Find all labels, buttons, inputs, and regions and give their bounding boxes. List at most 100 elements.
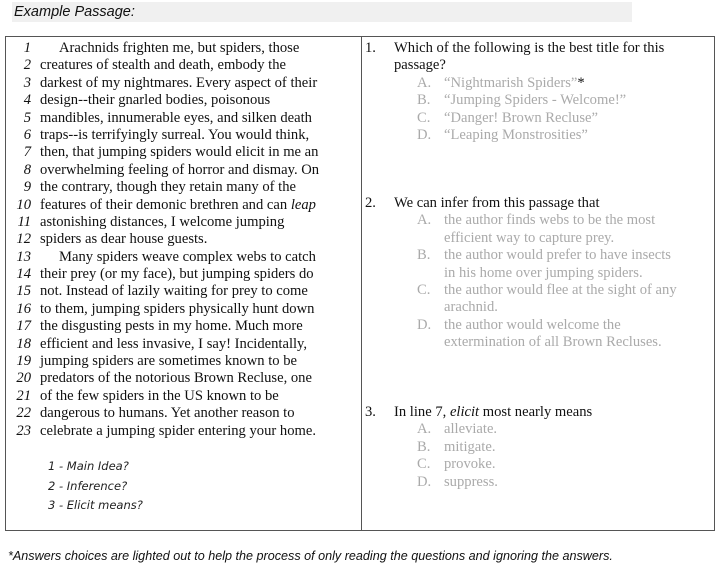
answer-text-line: extermination of all Brown Recluses. xyxy=(444,334,662,351)
answer-text: “Leaping Monstrosities” xyxy=(444,127,588,144)
line-text: design--their gnarled bodies, poisonous xyxy=(40,92,270,109)
section-header: Example Passage: xyxy=(12,2,632,22)
answer-letter: A. xyxy=(417,421,432,438)
correct-marker: * xyxy=(577,74,585,91)
question-2: 2. We can infer from this passage that A. t… xyxy=(365,195,705,352)
line-text: jumping spiders are sometimes known to b… xyxy=(40,353,297,370)
question-post: most nearly means xyxy=(479,404,593,420)
answer-text: the author would prefer to have insects i… xyxy=(444,247,671,282)
answer-choice[interactable]: D. “Leaping Monstrosities” xyxy=(365,127,705,144)
passage-line: 16 to them, jumping spiders physically hu… xyxy=(6,301,361,318)
note-item: 3 - Elicit means? xyxy=(48,498,143,512)
answer-text-line: “Leaping Monstrosities” xyxy=(444,127,588,144)
answer-letter: C. xyxy=(417,282,431,299)
passage-line: 21 of the few spiders in the US known to … xyxy=(6,388,361,405)
passage-line: 22 dangerous to humans. Yet another reaso… xyxy=(6,405,361,422)
answer-choice[interactable]: A. the author finds webs to be the most ef… xyxy=(365,212,705,247)
question-text-line: We can infer from this passage that xyxy=(394,195,600,211)
answer-text-line: the author would welcome the xyxy=(444,316,621,333)
line-text-body: Many spiders weave complex webs to catch xyxy=(59,248,316,265)
note-item: 2 - Inference? xyxy=(48,478,128,493)
line-text-body: overwhelming feeling of horror and disma… xyxy=(40,161,320,178)
line-text-body: the contrary, though they retain many of… xyxy=(40,179,296,196)
passage-line: 18 efficient and less invasive, I say! In… xyxy=(6,336,361,353)
question-text: Which of the following is the best title… xyxy=(394,40,664,75)
answer-letter: A. xyxy=(417,212,432,229)
passage-line: 14 their prey (or my face), but jumping s… xyxy=(6,266,361,283)
answer-letter: A. xyxy=(417,74,432,91)
line-text-body: of the few spiders in the US known to be xyxy=(40,387,279,404)
answer-letter: B. xyxy=(417,438,431,455)
line-text-body: their prey (or my face), but jumping spi… xyxy=(40,266,314,283)
line-number: 2 xyxy=(23,57,31,74)
answer-choice[interactable]: C. the author would flee at the sight of … xyxy=(365,282,705,317)
line-text: of the few spiders in the US known to be xyxy=(40,388,279,405)
line-text-body: the disgusting pests in my home. Much mo… xyxy=(40,318,303,335)
passage-line: 1 Arachnids frighten me, but spiders, tho… xyxy=(6,40,361,57)
answer-choice[interactable]: C. provoke. xyxy=(365,456,705,473)
column-divider xyxy=(361,37,362,530)
footnote: *Answers choices are lighted out to help… xyxy=(8,549,613,563)
line-number: 12 xyxy=(16,231,31,248)
answer-text-line: provoke. xyxy=(444,456,496,473)
line-number: 17 xyxy=(16,318,31,335)
line-text: features of their demonic brethren and c… xyxy=(40,197,316,214)
answer-text-line: arachnid. xyxy=(444,299,498,316)
question-text-line: Which of the following is the best title… xyxy=(394,40,665,56)
line-number: 3 xyxy=(23,74,31,91)
line-number: 15 xyxy=(16,283,31,300)
line-text: the contrary, though they retain many of… xyxy=(40,179,296,196)
line-number: 5 xyxy=(23,109,31,126)
passage-line: 11 astonishing distances, I welcome jumpi… xyxy=(6,214,361,231)
line-text: traps--is terrifyingly surreal. You woul… xyxy=(40,127,309,144)
handwritten-notes: 1 - Main Idea? 2 - Inference? 3 - Elicit m… xyxy=(48,457,143,516)
answer-choice[interactable]: B. “Jumping Spiders - Welcome!” xyxy=(365,92,705,109)
answer-text: provoke. xyxy=(444,456,495,473)
passage-line: 7 then, that jumping spiders would elicit… xyxy=(6,144,361,161)
line-text-body: to them, jumping spiders physically hunt… xyxy=(40,300,315,317)
answer-text-body: “Nightmarish Spiders” xyxy=(444,74,578,91)
answer-letter: B. xyxy=(417,92,431,109)
line-number: 9 xyxy=(23,179,31,196)
passage-line: 8 overwhelming feeling of horror and dism… xyxy=(6,162,361,179)
answer-text-line: in his home over jumping spiders. xyxy=(444,264,643,281)
answer-text-line: “Danger! Brown Recluse” xyxy=(444,109,598,126)
line-text-body: mandibles, innumerable eyes, and silken … xyxy=(40,109,312,126)
question-1: 1. Which of the following is the best tit… xyxy=(365,40,705,144)
line-text: their prey (or my face), but jumping spi… xyxy=(40,266,314,283)
answer-choice[interactable]: D. the author would welcome the exterminat… xyxy=(365,317,705,352)
answer-text-line: the author would flee at the sight of an… xyxy=(444,282,677,299)
answer-choice[interactable]: B. the author would prefer to have insect… xyxy=(365,247,705,282)
answer-letter: D. xyxy=(417,316,432,333)
answer-text: mitigate. xyxy=(444,439,495,456)
answer-choice[interactable]: C. “Danger! Brown Recluse” xyxy=(365,110,705,127)
answer-choice[interactable]: A. “Nightmarish Spiders”* xyxy=(365,75,705,92)
passage-line: 4 design--their gnarled bodies, poisonous xyxy=(6,92,361,109)
question-stem: 3. In line 7, elicit most nearly means xyxy=(365,404,705,421)
line-number: 21 xyxy=(16,387,31,404)
line-text: to them, jumping spiders physically hunt… xyxy=(40,301,314,318)
answer-text: alleviate. xyxy=(444,421,497,438)
answer-choice[interactable]: A. alleviate. xyxy=(365,421,705,438)
line-number: 23 xyxy=(16,422,31,439)
line-text-body: spiders as dear house guests. xyxy=(40,231,208,248)
line-text: then, that jumping spiders would elicit … xyxy=(40,144,318,161)
answer-choice[interactable]: D. suppress. xyxy=(365,474,705,491)
line-text-body: features of their demonic brethren and c… xyxy=(40,196,291,213)
answer-choice[interactable]: B. mitigate. xyxy=(365,439,705,456)
line-text: creatures of stealth and death, embody t… xyxy=(40,57,286,74)
line-text-body: Arachnids frighten me, but spiders, thos… xyxy=(59,40,300,56)
passage-line: 20 predators of the notorious Brown Reclu… xyxy=(6,370,361,387)
line-text: mandibles, innumerable eyes, and silken … xyxy=(40,110,312,127)
line-number: 19 xyxy=(16,353,31,370)
answer-text: suppress. xyxy=(444,474,498,491)
note-item: 1 - Main Idea? xyxy=(48,459,129,473)
line-text-body: astonishing distances, I welcome jumping xyxy=(40,213,285,230)
line-text: Many spiders weave complex webs to catch xyxy=(40,249,316,266)
line-number: 4 xyxy=(23,92,31,109)
line-text-body: design--their gnarled bodies, poisonous xyxy=(40,92,271,109)
line-text-body: creatures of stealth and death, embody t… xyxy=(40,57,286,74)
answer-text-line: efficient way to capture prey. xyxy=(444,229,615,246)
question-number: 1. xyxy=(365,40,376,56)
answer-text-line: “Jumping Spiders - Welcome!” xyxy=(444,92,627,109)
